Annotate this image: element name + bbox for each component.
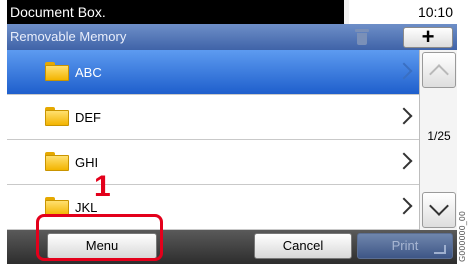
folder-list: ABC DEF GHI JKL xyxy=(7,50,419,230)
chevron-right-icon xyxy=(395,62,413,80)
location-title: Removable Memory xyxy=(10,29,127,44)
highlight-callout xyxy=(36,214,163,261)
page-indicator: 1/25 xyxy=(427,129,451,143)
figure-code: G000000_00 xyxy=(458,211,467,262)
list-item[interactable]: DEF xyxy=(7,95,419,140)
list-item-label: DEF xyxy=(75,110,101,125)
chevron-up-icon xyxy=(429,64,449,84)
sub-header: Removable Memory + xyxy=(7,24,457,50)
chevron-down-icon xyxy=(429,196,449,216)
list-item-label: ABC xyxy=(75,65,102,80)
step-number: 1 xyxy=(94,170,111,203)
folder-icon xyxy=(45,62,69,81)
enter-icon xyxy=(434,245,446,254)
cancel-button[interactable]: Cancel xyxy=(254,233,352,259)
chevron-right-icon xyxy=(395,152,413,170)
chevron-right-icon xyxy=(395,197,413,215)
chevron-right-icon xyxy=(395,107,413,125)
list-item[interactable]: GHI xyxy=(7,140,419,185)
screen-title: Document Box. xyxy=(7,0,344,24)
scroll-down-button[interactable] xyxy=(422,192,456,228)
folder-icon xyxy=(45,152,69,171)
list-item[interactable]: ABC xyxy=(7,50,419,95)
print-label: Print xyxy=(391,238,419,253)
clock: 10:10 xyxy=(349,0,457,24)
print-button[interactable]: Print xyxy=(357,233,453,259)
folder-icon xyxy=(45,107,69,126)
add-button[interactable]: + xyxy=(403,26,453,48)
scroll-up-button[interactable] xyxy=(422,52,456,88)
top-bar: Document Box. 10:10 xyxy=(7,0,457,24)
trash-icon[interactable] xyxy=(352,28,372,46)
scroll-panel: 1/25 xyxy=(419,50,457,230)
